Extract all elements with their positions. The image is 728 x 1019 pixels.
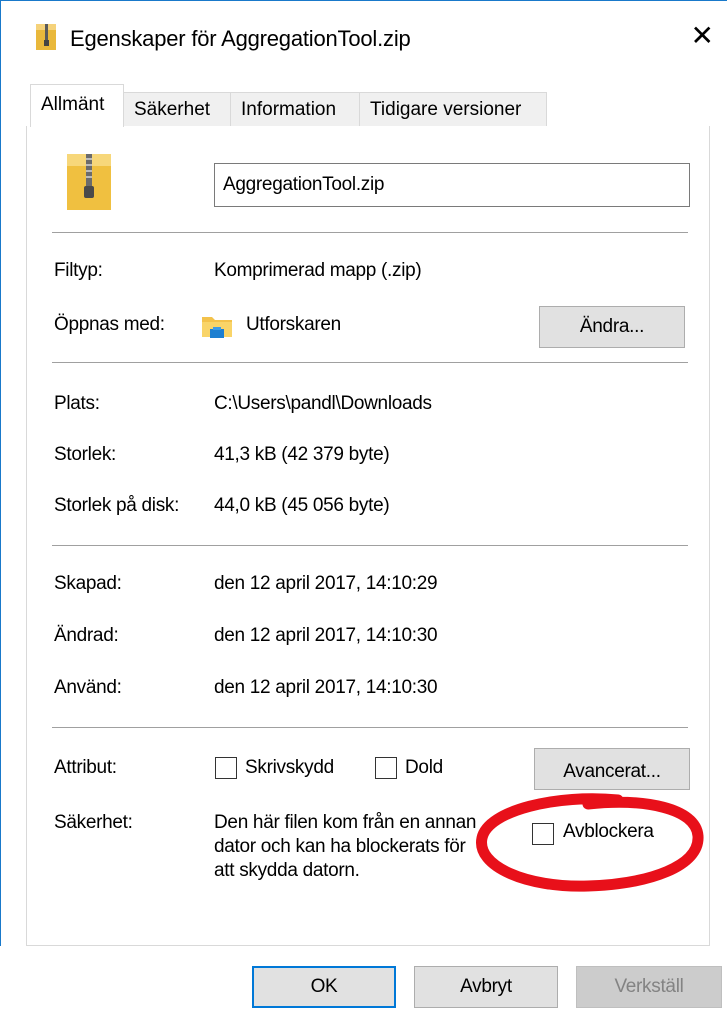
security-text-line-2: dator och kan ha blockerats för <box>214 836 466 857</box>
size-on-disk-value: 44,0 kB (45 056 byte) <box>214 495 390 516</box>
opens-with-value: Utforskaren <box>246 314 341 335</box>
tab-information-label: Information <box>241 99 337 120</box>
title-zip-icon <box>34 22 58 52</box>
window-title: Egenskaper för AggregationTool.zip <box>70 26 411 51</box>
tab-information[interactable]: Information <box>230 92 360 126</box>
tab-general[interactable]: Allmänt <box>30 84 124 127</box>
location-label: Plats: <box>54 393 100 414</box>
modified-label: Ändrad: <box>54 625 119 646</box>
tab-security-label: Säkerhet <box>134 99 211 120</box>
security-text-line-1: Den här filen kom från en annan <box>214 812 477 833</box>
tab-previous-versions[interactable]: Tidigare versioner <box>359 92 547 126</box>
accessed-label: Använd: <box>54 677 122 698</box>
unblock-label[interactable]: Avblockera <box>563 821 654 843</box>
tab-previous-versions-label: Tidigare versioner <box>370 99 522 120</box>
cancel-button[interactable]: Avbryt <box>414 966 558 1008</box>
tab-security[interactable]: Säkerhet <box>123 92 231 126</box>
advanced-button[interactable]: Avancerat... <box>534 748 690 790</box>
change-button[interactable]: Ändra... <box>539 306 685 348</box>
explorer-icon <box>201 311 233 339</box>
separator-4 <box>52 727 688 728</box>
ok-button[interactable]: OK <box>252 966 396 1008</box>
filetype-label: Filtyp: <box>54 260 103 281</box>
hidden-label[interactable]: Dold <box>405 757 443 779</box>
opens-with-label: Öppnas med: <box>54 314 165 335</box>
modified-value: den 12 april 2017, 14:10:30 <box>214 625 438 646</box>
accessed-value: den 12 april 2017, 14:10:30 <box>214 677 438 698</box>
security-label: Säkerhet: <box>54 812 133 833</box>
separator-1 <box>52 232 688 233</box>
filename-field[interactable]: AggregationTool.zip <box>214 163 690 207</box>
zip-folder-icon <box>64 150 114 212</box>
size-label: Storlek: <box>54 444 117 465</box>
size-value: 41,3 kB (42 379 byte) <box>214 444 390 465</box>
created-label: Skapad: <box>54 573 122 594</box>
size-on-disk-label: Storlek på disk: <box>54 495 180 516</box>
location-value: C:\Users\pandl\Downloads <box>214 393 432 414</box>
readonly-label[interactable]: Skrivskydd <box>245 757 334 779</box>
attributes-label: Attribut: <box>54 757 117 778</box>
separator-2 <box>52 362 688 363</box>
separator-3 <box>52 545 688 546</box>
filetype-value: Komprimerad mapp (.zip) <box>214 260 422 281</box>
tab-general-label: Allmänt <box>41 94 105 115</box>
created-value: den 12 april 2017, 14:10:29 <box>214 573 438 594</box>
apply-button[interactable]: Verkställ <box>576 966 722 1008</box>
unblock-checkbox[interactable] <box>532 823 554 845</box>
readonly-checkbox[interactable] <box>215 757 237 779</box>
hidden-checkbox[interactable] <box>375 757 397 779</box>
security-text-line-3: att skydda datorn. <box>214 860 360 881</box>
close-icon[interactable]: ✕ <box>691 22 714 50</box>
